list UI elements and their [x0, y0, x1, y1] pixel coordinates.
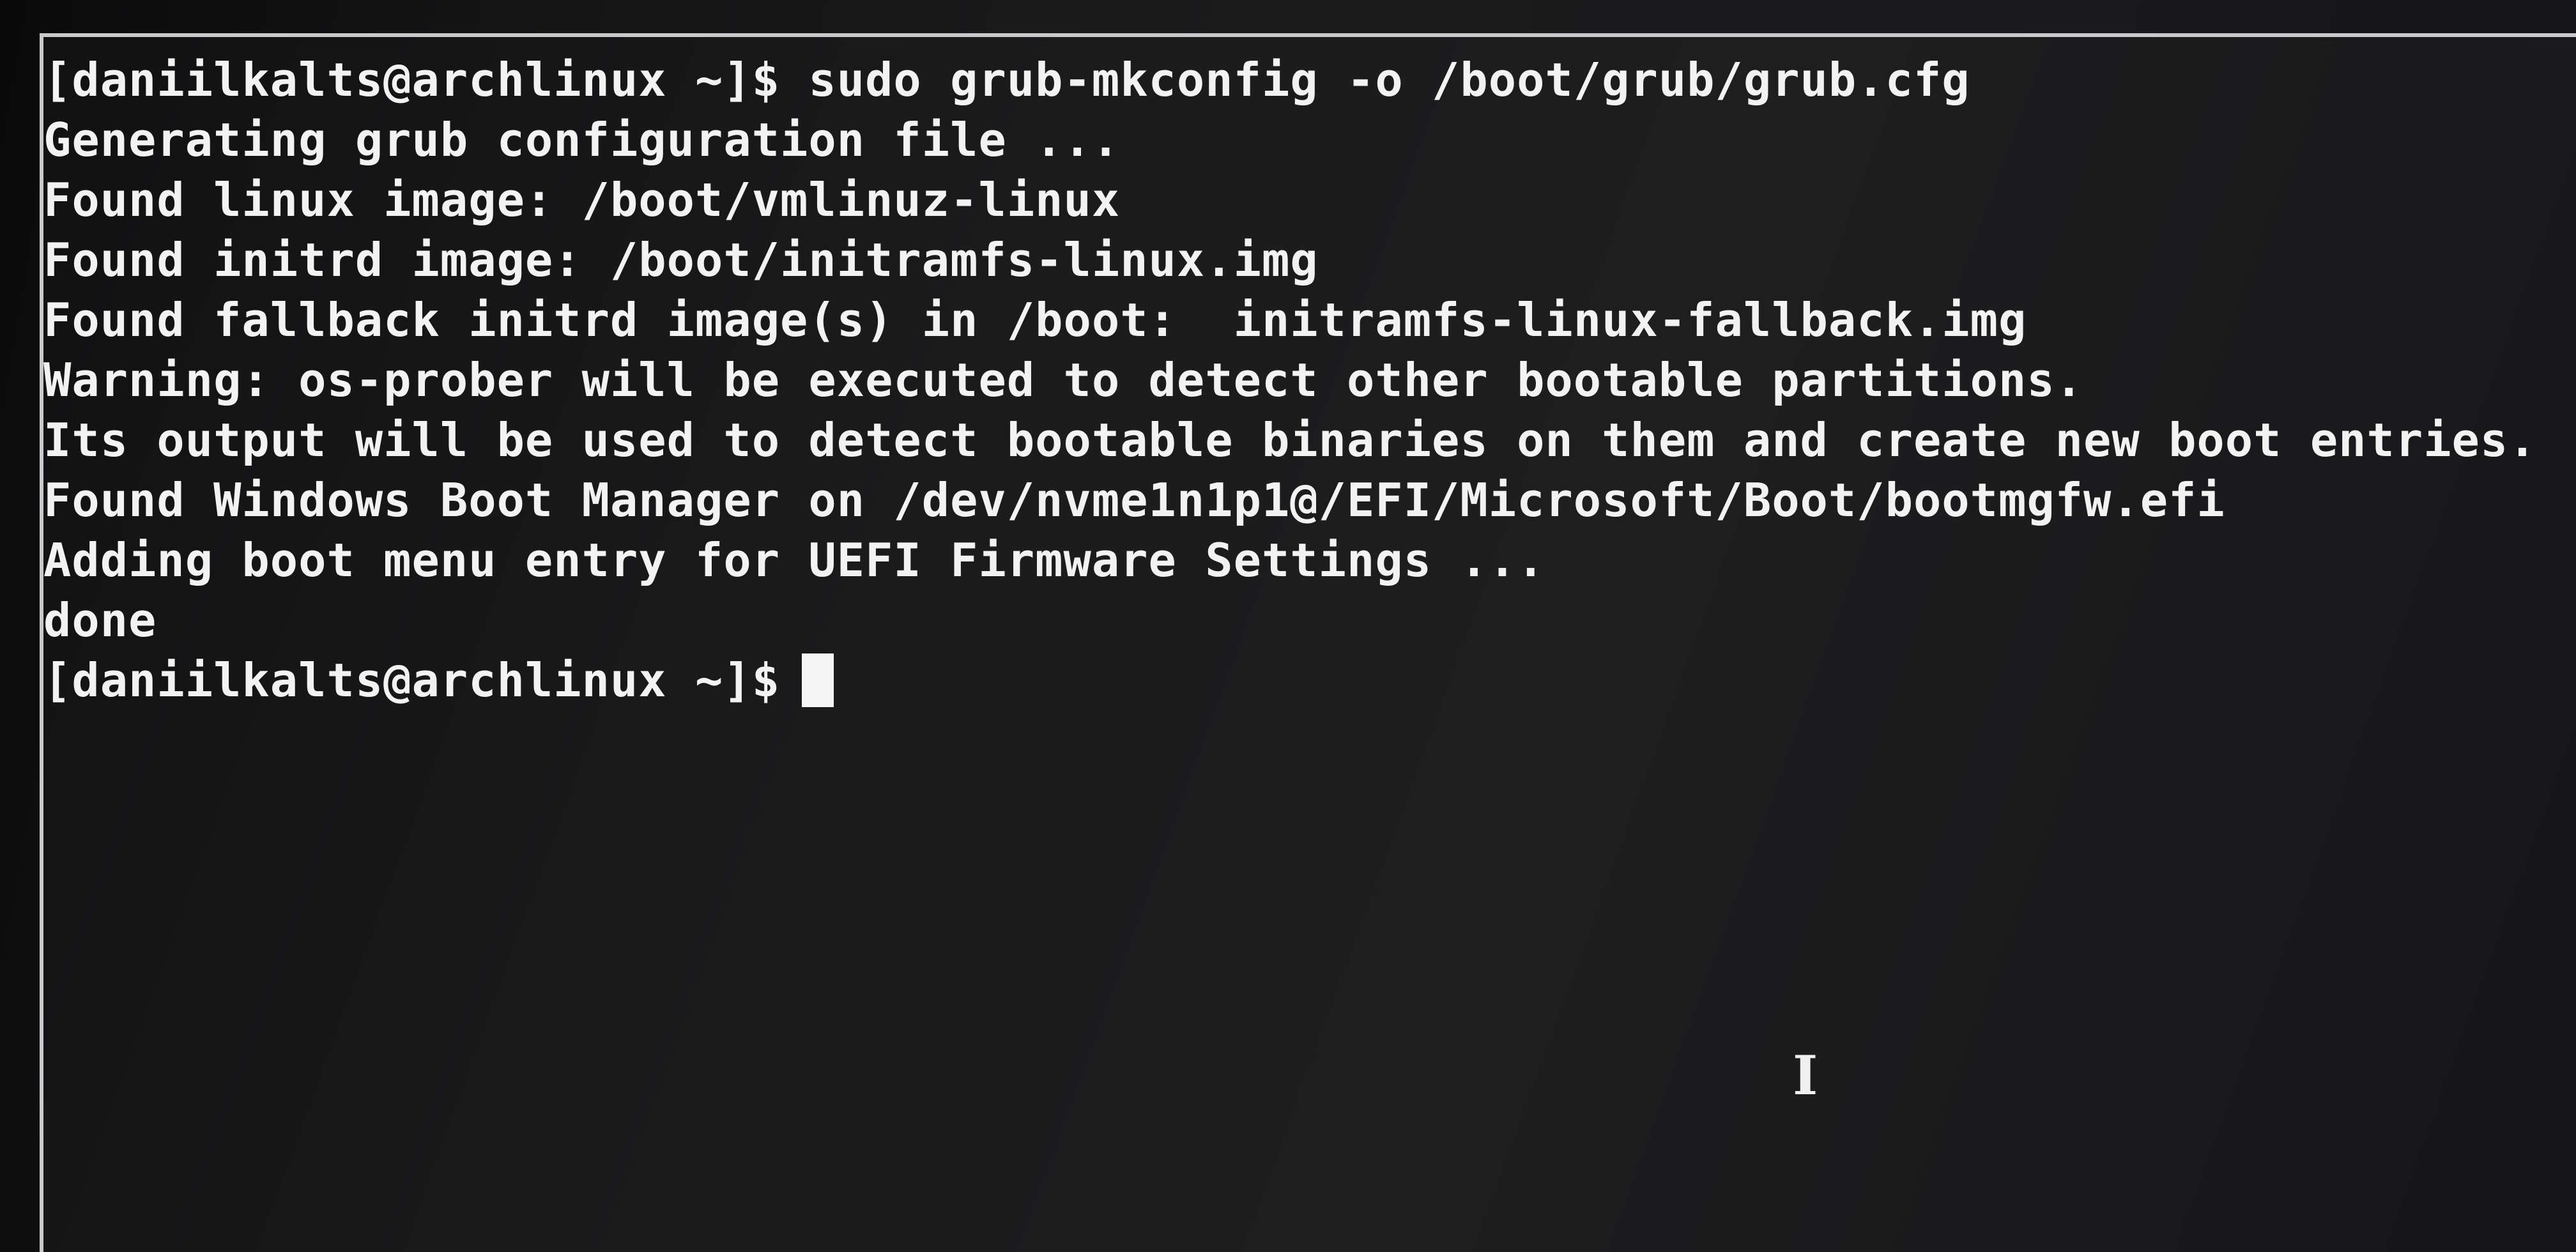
terminal-line-output: done: [43, 593, 157, 647]
terminal-line-output: Found fallback initrd image(s) in /boot:…: [43, 293, 2027, 347]
terminal-line-output: Adding boot menu entry for UEFI Firmware…: [43, 533, 1545, 587]
terminal-line-warning: Warning: os-prober will be executed to d…: [43, 353, 2084, 407]
terminal-line-output: Found Windows Boot Manager on /dev/nvme1…: [43, 473, 2225, 527]
monitor-screen: [daniilkalts@archlinux ~]$ sudo grub-mkc…: [0, 0, 2576, 1252]
text-cursor-block: [802, 653, 834, 707]
shell-prompt: [daniilkalts@archlinux ~]$: [43, 653, 781, 707]
terminal-line-command: [daniilkalts@archlinux ~]$ sudo grub-mkc…: [43, 53, 1970, 107]
terminal-output: [daniilkalts@archlinux ~]$ sudo grub-mkc…: [43, 50, 2537, 710]
terminal-prompt-line[interactable]: [daniilkalts@archlinux ~]$: [43, 650, 2535, 710]
terminal-line-output: Found initrd image: /boot/initramfs-linu…: [43, 233, 1319, 287]
terminal-line-output: Found linux image: /boot/vmlinuz-linux: [43, 173, 1121, 227]
terminal-line-output: Its output will be used to detect bootab…: [43, 413, 2537, 467]
terminal-window[interactable]: [daniilkalts@archlinux ~]$ sudo grub-mkc…: [40, 33, 2576, 1252]
mouse-ibeam-cursor-icon: I: [1793, 1044, 1818, 1107]
terminal-line-output: Generating grub configuration file ...: [43, 113, 1121, 167]
